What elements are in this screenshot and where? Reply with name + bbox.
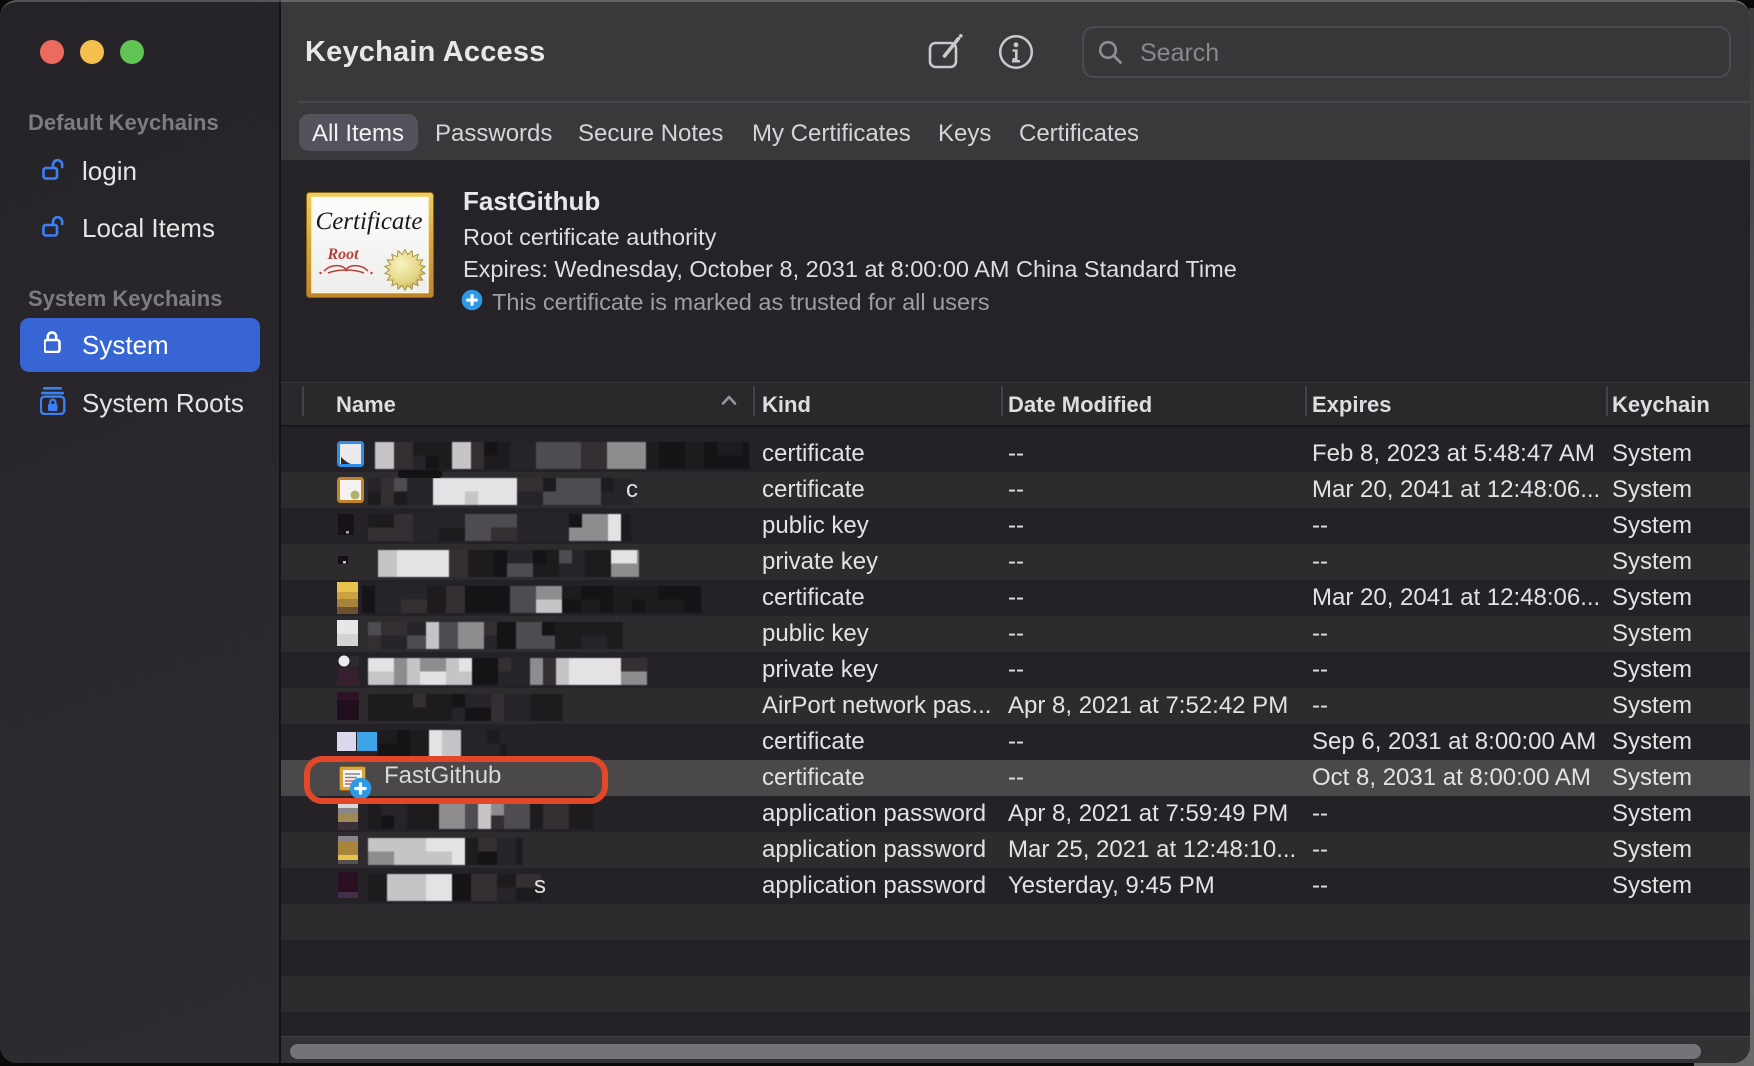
svg-text:Certificate: Certificate [316, 208, 423, 235]
svg-text:Root: Root [326, 246, 359, 263]
